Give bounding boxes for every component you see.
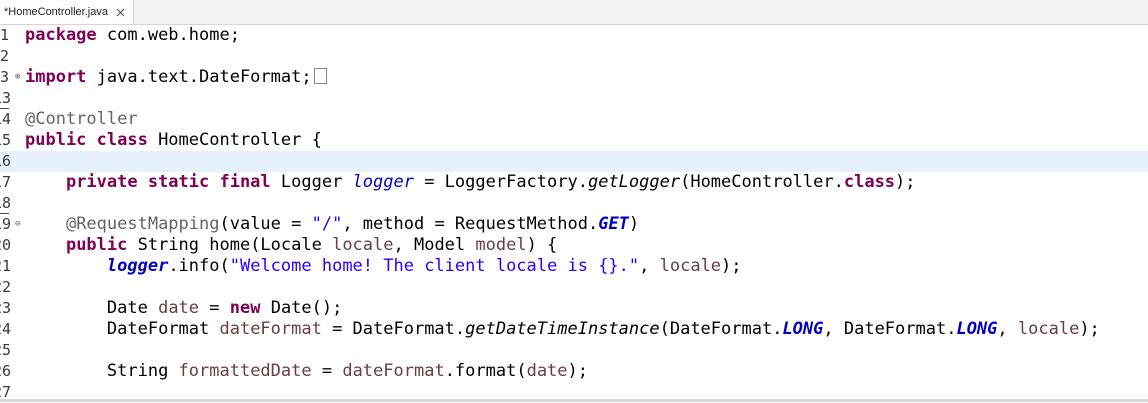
- line-number: 14: [0, 109, 17, 130]
- folded-imports-marker[interactable]: [314, 68, 327, 84]
- tab-title: *HomeController.java: [4, 6, 108, 18]
- code-line: 1 package com.web.home;: [0, 25, 1148, 46]
- line-number: 15: [0, 130, 17, 151]
- code-line: 15 public class HomeController {: [0, 130, 1148, 151]
- code-text: logger.info("Welcome home! The client lo…: [25, 256, 742, 277]
- code-text: @RequestMapping(value = "/", method = Re…: [25, 214, 639, 235]
- code-text: Date date = new Date();: [25, 298, 342, 319]
- fold-expand-icon[interactable]: ⊕: [15, 73, 20, 82]
- tab-homecontroller[interactable]: *HomeController.java: [0, 0, 134, 24]
- line-number: 18: [0, 193, 9, 214]
- code-editor[interactable]: 1 package com.web.home; 2 3 ⊕ import jav…: [0, 25, 1148, 402]
- line-number: 17: [0, 172, 17, 193]
- code-line: 18: [0, 193, 1148, 214]
- line-number: 24: [0, 319, 17, 340]
- code-line: 23 Date date = new Date();: [0, 298, 1148, 319]
- code-line: 21 logger.info("Welcome home! The client…: [0, 256, 1148, 277]
- line-number: 26: [0, 361, 17, 382]
- fold-collapse-icon[interactable]: ⊖: [15, 220, 20, 229]
- code-text: package com.web.home;: [25, 25, 240, 46]
- code-text: import java.text.DateFormat;: [25, 67, 327, 88]
- code-line: 2: [0, 46, 1148, 67]
- code-line: 26 String formattedDate = dateFormat.for…: [0, 361, 1148, 382]
- code-text: DateFormat dateFormat = DateFormat.getDa…: [25, 319, 1100, 340]
- line-number: 13: [0, 88, 9, 109]
- line-number: 2: [0, 46, 24, 67]
- code-text: public class HomeController {: [25, 130, 322, 151]
- code-line: 25: [0, 340, 1148, 361]
- code-line: 24 DateFormat dateFormat = DateFormat.ge…: [0, 319, 1148, 340]
- code-line: 13: [0, 88, 1148, 109]
- code-text: String formattedDate = dateFormat.format…: [25, 361, 588, 382]
- code-text: public String home(Locale locale, Model …: [25, 235, 557, 256]
- code-line: 19 ⊖ @RequestMapping(value = "/", method…: [0, 214, 1148, 235]
- line-number: 16: [0, 151, 17, 172]
- line-number: 25: [0, 340, 17, 361]
- code-line: 20 public String home(Locale locale, Mod…: [0, 235, 1148, 256]
- line-number: 22: [0, 277, 17, 298]
- line-number: 20: [0, 235, 17, 256]
- code-line: 17 private static final Logger logger = …: [0, 172, 1148, 193]
- code-text: @Controller: [25, 109, 138, 130]
- current-line: 16: [0, 151, 1148, 172]
- line-number: 21: [0, 256, 17, 277]
- code-line: 3 ⊕ import java.text.DateFormat;: [0, 67, 1148, 88]
- line-number: 23: [0, 298, 17, 319]
- line-number: 1: [0, 25, 24, 46]
- code-line: 22: [0, 277, 1148, 298]
- code-text: private static final Logger logger = Log…: [25, 172, 916, 193]
- code-line: 14 @Controller: [0, 109, 1148, 130]
- close-icon[interactable]: [115, 6, 127, 18]
- editor-tab-bar: *HomeController.java: [0, 0, 1148, 25]
